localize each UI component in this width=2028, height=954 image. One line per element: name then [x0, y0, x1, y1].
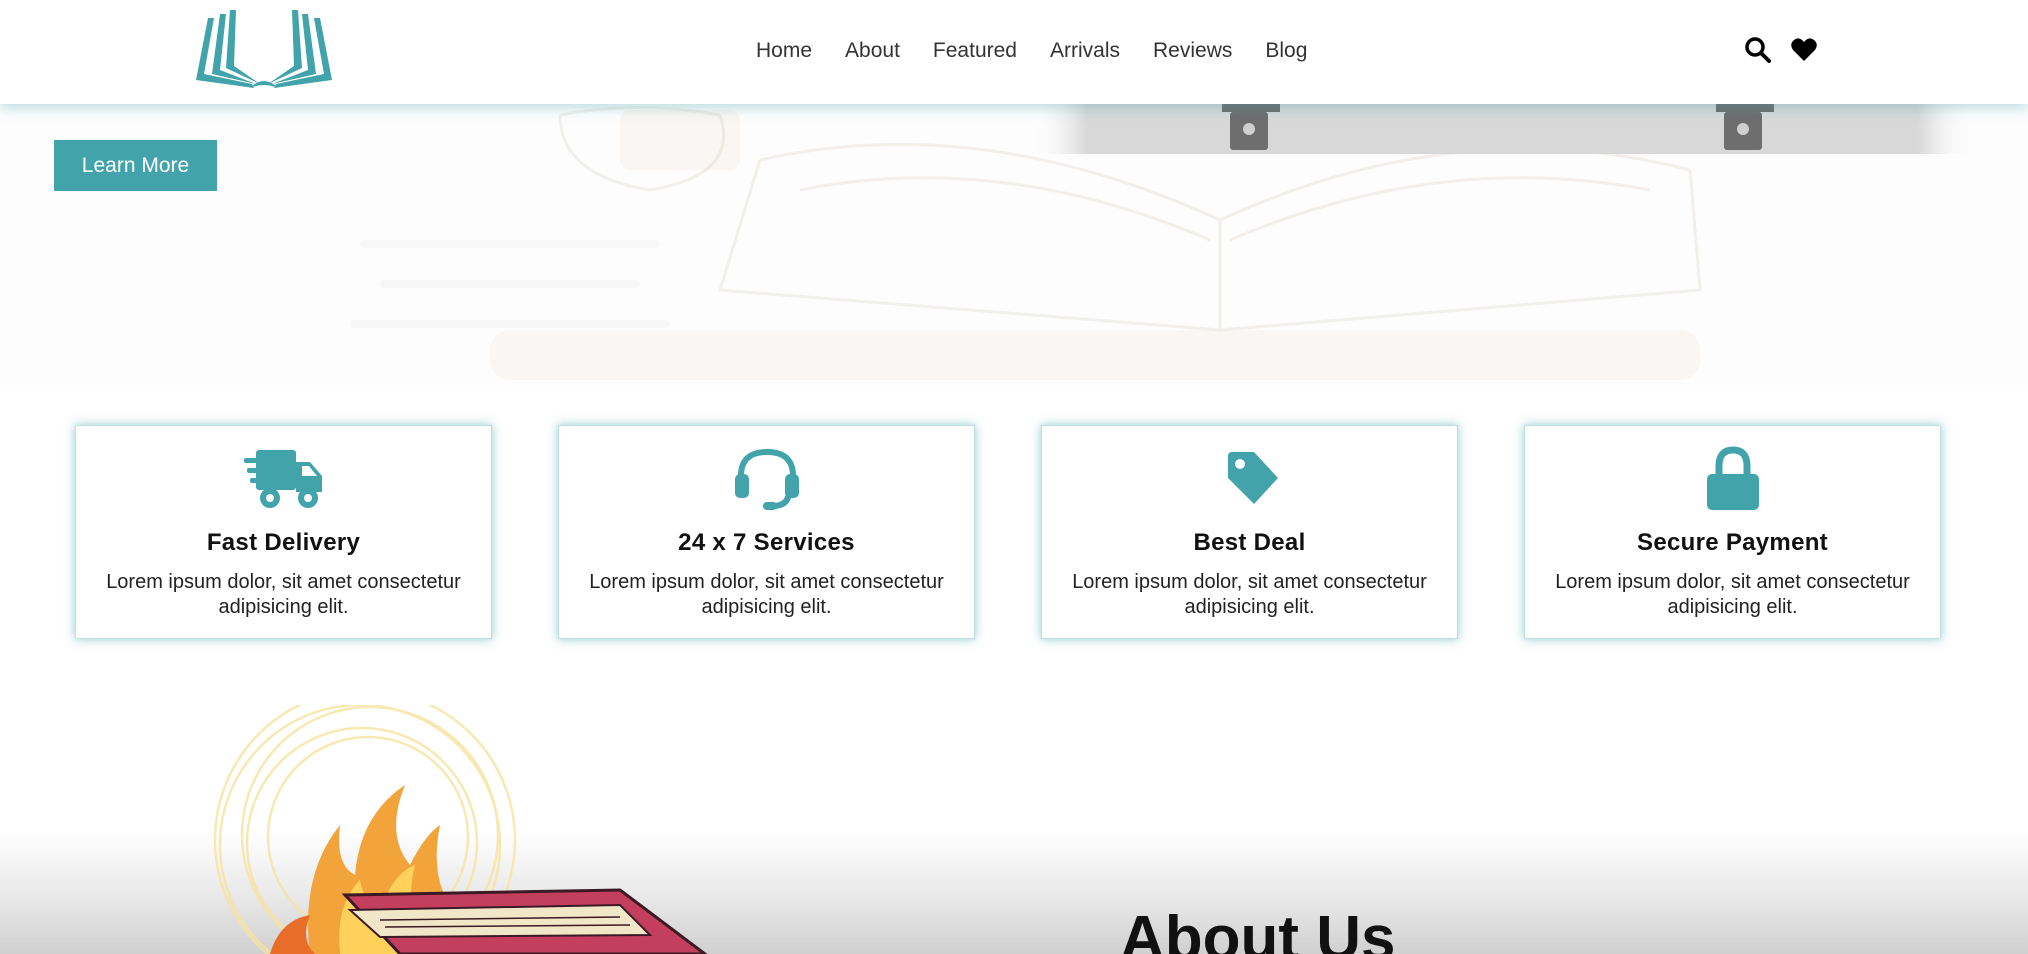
nav-blog[interactable]: Blog [1265, 38, 1307, 64]
feature-card-services: 24 x 7 Services Lorem ipsum dolor, sit a… [558, 425, 975, 639]
nav-arrivals[interactable]: Arrivals [1050, 38, 1120, 64]
main-nav: Home About Featured Arrivals Reviews Blo… [756, 38, 1340, 64]
feature-text: Lorem ipsum dolor, sit amet consectetur … [589, 571, 944, 618]
nav-home[interactable]: Home [756, 38, 812, 64]
feature-text: Lorem ipsum dolor, sit amet consectetur … [1555, 571, 1910, 618]
open-book-logo[interactable] [194, 8, 334, 90]
heart-icon[interactable] [1790, 36, 1818, 64]
truck-icon [243, 450, 322, 508]
about-heading: About Us [1120, 904, 1396, 954]
features-section: Fast Delivery Lorem ipsum dolor, sit ame… [75, 425, 1942, 639]
nav-featured[interactable]: Featured [933, 38, 1017, 64]
feature-title: Best Deal [1193, 529, 1306, 556]
learn-more-button[interactable]: Learn More [54, 140, 217, 191]
feature-title: 24 x 7 Services [678, 529, 855, 556]
headset-icon [734, 448, 799, 510]
header-actions [1744, 36, 1818, 64]
feature-title: Secure Payment [1637, 529, 1828, 556]
tag-icon [1227, 452, 1278, 504]
feature-card-fast-delivery: Fast Delivery Lorem ipsum dolor, sit ame… [75, 425, 492, 639]
feature-title: Fast Delivery [206, 529, 361, 556]
feature-card-secure-payment: Secure Payment Lorem ipsum dolor, sit am… [1524, 425, 1941, 639]
lock-icon [1706, 446, 1759, 510]
feature-text: Lorem ipsum dolor, sit amet consectetur … [1072, 571, 1427, 618]
search-icon[interactable] [1744, 36, 1772, 64]
site-header: Home About Featured Arrivals Reviews Blo… [0, 0, 2028, 104]
feature-card-best-deal: Best Deal Lorem ipsum dolor, sit amet co… [1041, 425, 1458, 639]
feature-text: Lorem ipsum dolor, sit amet consectetur … [106, 571, 461, 618]
burning-book-illustration [213, 705, 708, 954]
nav-about[interactable]: About [845, 38, 900, 64]
nav-reviews[interactable]: Reviews [1153, 38, 1232, 64]
